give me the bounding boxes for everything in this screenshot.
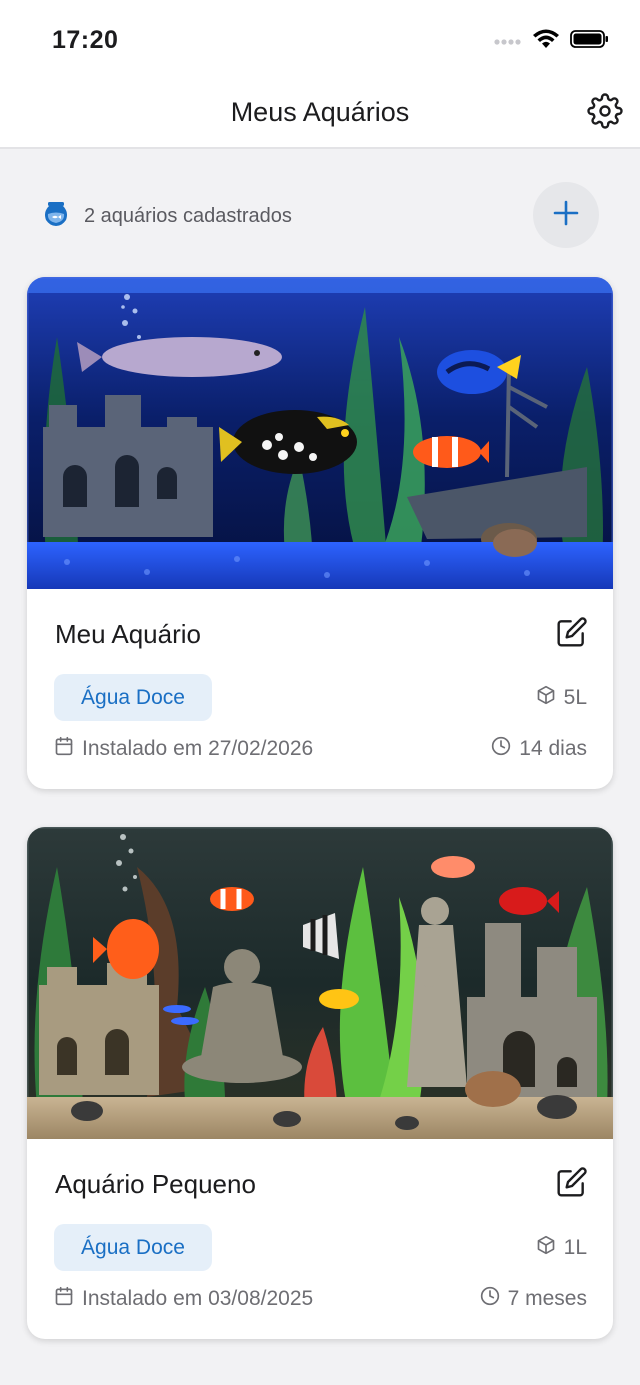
settings-button[interactable] — [586, 92, 624, 134]
water-type-badge: Água Doce — [54, 1224, 212, 1271]
status-icons — [494, 28, 610, 55]
volume: 5L — [536, 685, 587, 711]
aquarium-count-text: 2 aquários cadastrados — [84, 205, 292, 227]
aquarium-age-text: 7 meses — [507, 1287, 587, 1310]
aquarium-photo — [27, 277, 613, 589]
installed-date: Instalado em 27/02/2026 — [54, 736, 313, 762]
calendar-icon — [54, 1286, 74, 1312]
clock-icon — [491, 736, 511, 762]
aquarium-card[interactable]: Meu Aquário Água Doce 5L Instalado em 27… — [27, 277, 613, 789]
edit-aquarium-button[interactable] — [555, 616, 589, 653]
aquarium-age-text: 14 dias — [519, 737, 587, 760]
calendar-icon — [54, 736, 74, 762]
aquarium-count: 2 aquários cadastrados — [42, 200, 292, 233]
cube-icon — [536, 685, 556, 711]
installed-date: Instalado em 03/08/2025 — [54, 1286, 313, 1312]
aquarium-name: Aquário Pequeno — [55, 1169, 256, 1199]
aquarium-photo — [27, 827, 613, 1139]
aquarium-card[interactable]: Aquário Pequeno Água Doce 1L Instalado e… — [27, 827, 613, 1339]
signal-icon — [494, 33, 522, 51]
aquarium-age: 14 dias — [491, 736, 587, 762]
aquarium-name: Meu Aquário — [55, 619, 201, 649]
status-time: 17:20 — [52, 26, 119, 54]
edit-aquarium-button[interactable] — [555, 1166, 589, 1203]
page-title: Meus Aquários — [230, 97, 410, 127]
gear-icon — [587, 92, 623, 134]
volume-value: 5L — [563, 686, 587, 709]
volume: 1L — [536, 1235, 587, 1261]
edit-icon — [556, 616, 588, 653]
status-bar: 17:20 — [0, 0, 640, 80]
cube-icon — [536, 1235, 556, 1261]
volume-value: 1L — [563, 1236, 587, 1259]
installed-date-text: Instalado em 27/02/2026 — [82, 737, 314, 760]
fishbowl-icon — [42, 200, 70, 233]
plus-icon — [553, 200, 579, 231]
edit-icon — [556, 1166, 588, 1203]
add-aquarium-button[interactable] — [533, 182, 599, 248]
water-type-badge: Água Doce — [54, 674, 212, 721]
clock-icon — [480, 1286, 500, 1312]
wifi-icon — [532, 28, 560, 55]
aquarium-age: 7 meses — [480, 1286, 587, 1312]
battery-icon — [570, 29, 610, 54]
installed-date-text: Instalado em 03/08/2025 — [82, 1287, 314, 1310]
nav-bar: Meus Aquários — [0, 80, 640, 149]
